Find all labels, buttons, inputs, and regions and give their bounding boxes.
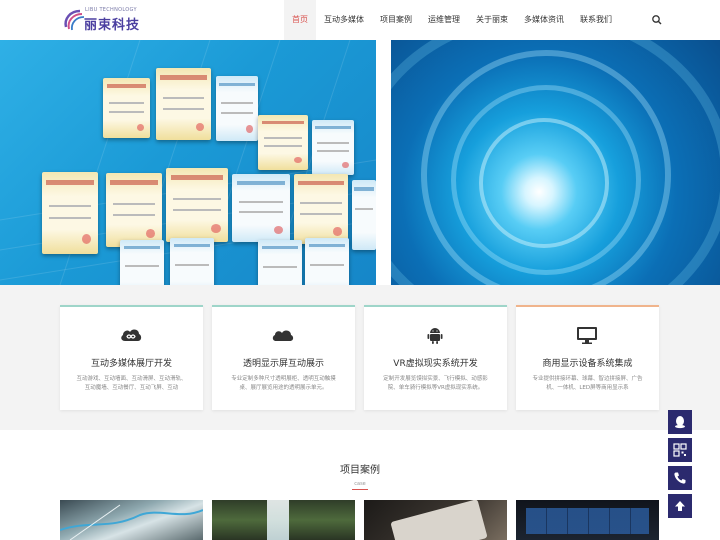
certificate-image [305, 238, 349, 285]
phone-button[interactable] [668, 466, 692, 490]
certificate-image [156, 68, 211, 140]
cases-section-subtitle: case [354, 481, 366, 487]
arrow-up-icon [675, 501, 685, 511]
video-wall-decoration [526, 508, 649, 534]
certificate-image [294, 174, 348, 244]
service-title: 商用显示设备系统集成 [542, 359, 633, 369]
case-thumbnail[interactable] [60, 500, 203, 540]
back-to-top-button[interactable] [668, 494, 692, 518]
vortex-ring [391, 40, 720, 285]
main-nav: 首页 互动多媒体 项目案例 运维管理 关于丽束 多媒体资讯 联系我们 [284, 0, 620, 40]
certificate-image [312, 120, 354, 175]
services-section: 互动多媒体展厅开发 互动游戏、互动墙面、互动滑屏、互动滑轨、互动魔墙、互动餐厅、… [0, 285, 720, 430]
nav-about[interactable]: 关于丽束 [468, 0, 516, 40]
cloud-icon [272, 330, 294, 341]
service-title: 透明显示屏互动展示 [242, 359, 324, 369]
map-table-decoration [60, 504, 203, 540]
service-description: 定制开发展览馍拟实景、飞行模拟、动感影院、单车骑行模拟等VR虚拟现实系统。 [383, 376, 488, 391]
qrcode-icon [673, 443, 687, 457]
service-description: 专业提供拼接环幕、球幕、智边拼接屏、广告机、一体机、LED屏等商用显示系 [532, 376, 643, 391]
service-card-vr-development[interactable]: VR虚拟现实系统开发 定制开发展览馍拟实景、飞行模拟、动感影院、单车骑行模拟等V… [364, 305, 507, 410]
card-accent-bar [364, 305, 507, 307]
case-thumbnail[interactable] [516, 500, 659, 540]
certificate-image [42, 172, 98, 254]
site-header: LIBU TECHNOLOGY 丽束科技 首页 互动多媒体 项目案例 运维管理 … [0, 0, 720, 40]
card-accent-bar [212, 305, 355, 307]
logo-chinese-text: 丽束科技 [84, 18, 141, 33]
banner-certificates-slide[interactable] [0, 40, 376, 285]
cases-section-title: 项目案例 [340, 465, 380, 476]
service-description: 互动游戏、互动墙面、互动滑屏、互动滑轨、互动魔墙、互动餐厅、互动飞屏、互动 [76, 376, 187, 391]
service-card-commercial-display[interactable]: 商用显示设备系统集成 专业提供拼接环幕、球幕、智边拼接屏、广告机、一体机、LED… [516, 305, 659, 410]
case-thumbnail[interactable] [212, 500, 355, 540]
search-icon[interactable] [650, 13, 664, 27]
nav-maintenance[interactable]: 运维管理 [420, 0, 468, 40]
device-decoration [390, 500, 488, 540]
qq-icon [675, 416, 685, 429]
logo-mark-icon [64, 9, 85, 31]
case-thumbnail[interactable] [364, 500, 507, 540]
nav-interactive-media[interactable]: 互动多媒体 [316, 0, 372, 40]
certificate-image [232, 174, 290, 242]
waterfall-decoration [267, 500, 289, 540]
service-card-transparent-display[interactable]: 透明显示屏互动展示 专业定制多种尺寸透明展柜、透明互动触摸桌、展厅展览用途的透明… [212, 305, 355, 410]
qrcode-button[interactable] [668, 438, 692, 462]
service-title: 互动多媒体展厅开发 [90, 359, 172, 369]
certificate-image [106, 173, 162, 247]
card-accent-bar [60, 305, 203, 307]
card-accent-bar [516, 305, 659, 307]
certificate-image [170, 238, 214, 285]
nav-news[interactable]: 多媒体资讯 [516, 0, 572, 40]
certificate-image [258, 115, 308, 170]
service-title: VR虚拟现实系统开发 [393, 359, 478, 369]
certificate-image [103, 78, 150, 138]
nav-contact[interactable]: 联系我们 [572, 0, 620, 40]
qq-button[interactable] [668, 410, 692, 434]
infinity-cloud-icon [121, 329, 142, 341]
nav-home[interactable]: 首页 [284, 0, 316, 40]
logo-english-text: LIBU TECHNOLOGY [85, 7, 137, 13]
certificate-image [120, 240, 164, 285]
certificate-image [352, 180, 376, 250]
service-description: 专业定制多种尺寸透明展柜、透明互动触摸桌、展厅展览用途的透明展示单元。 [231, 376, 336, 391]
certificate-image [258, 240, 302, 285]
monitor-icon [577, 327, 597, 344]
phone-icon [674, 472, 686, 484]
certificate-image [166, 168, 228, 242]
android-icon [427, 328, 443, 344]
banner-vortex-slide[interactable] [391, 40, 720, 285]
certificate-image [216, 76, 258, 141]
service-card-interactive-hall[interactable]: 互动多媒体展厅开发 互动游戏、互动墙面、互动滑屏、互动滑轨、互动魔墙、互动餐厅、… [60, 305, 203, 410]
section-underline [352, 489, 368, 490]
nav-projects[interactable]: 项目案例 [372, 0, 420, 40]
logo[interactable]: LIBU TECHNOLOGY 丽束科技 [62, 6, 152, 34]
